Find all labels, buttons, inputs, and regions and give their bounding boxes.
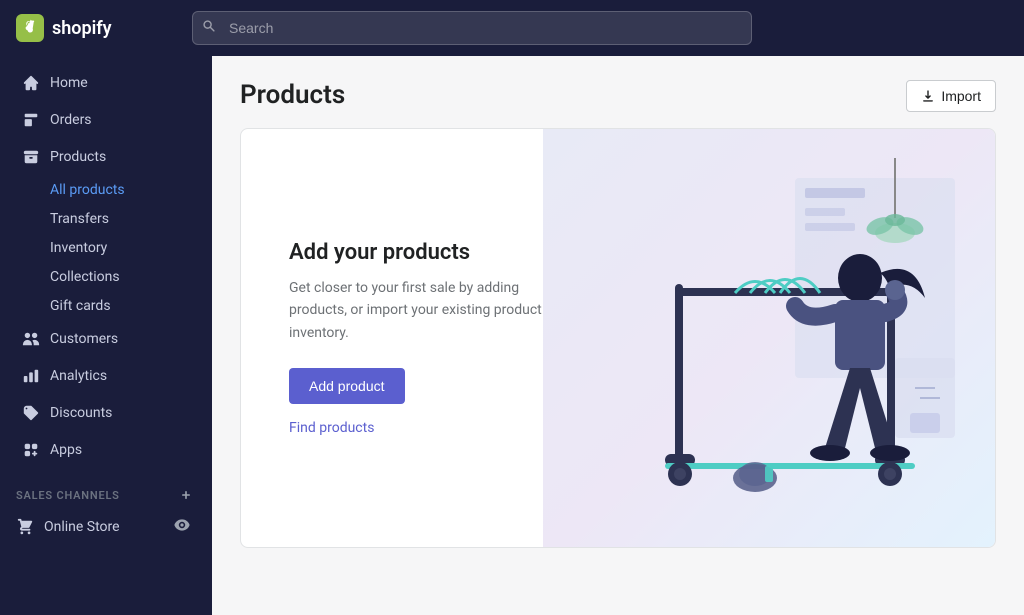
- products-icon: [22, 148, 40, 166]
- find-products-link[interactable]: Find products: [289, 420, 573, 436]
- shopify-logo-text: shopify: [52, 18, 112, 39]
- sidebar-item-home-label: Home: [50, 75, 88, 91]
- orders-icon: [22, 111, 40, 129]
- shopify-logo-icon: [16, 14, 44, 42]
- apps-icon: [22, 441, 40, 459]
- top-nav: shopify: [0, 0, 1024, 56]
- sidebar-item-apps[interactable]: Apps: [6, 432, 206, 468]
- sidebar-subitem-inventory[interactable]: Inventory: [6, 234, 206, 262]
- sidebar-item-home[interactable]: Home: [6, 65, 206, 101]
- online-store-left: Online Store: [16, 518, 120, 536]
- sidebar-item-analytics[interactable]: Analytics: [6, 358, 206, 394]
- sidebar-item-apps-label: Apps: [50, 442, 82, 458]
- sidebar-item-customers[interactable]: Customers: [6, 321, 206, 357]
- search-input[interactable]: [192, 11, 752, 45]
- customers-icon: [22, 330, 40, 348]
- illustration-svg: [595, 158, 975, 518]
- home-icon: [22, 74, 40, 92]
- empty-state-description: Get closer to your first sale by adding …: [289, 277, 573, 344]
- sales-channels-section: SALES CHANNELS: [0, 469, 212, 509]
- add-product-button[interactable]: Add product: [289, 368, 405, 404]
- page-header: Products Import: [240, 80, 996, 112]
- sidebar-subitem-transfers[interactable]: Transfers: [6, 205, 206, 233]
- add-sales-channel-button[interactable]: [176, 485, 196, 505]
- sidebar-item-online-store[interactable]: Online Store: [6, 510, 206, 544]
- sidebar-item-orders-label: Orders: [50, 112, 92, 128]
- sidebar: Home Orders Products All products Transf: [0, 56, 212, 615]
- import-button[interactable]: Import: [906, 80, 996, 112]
- sidebar-subitem-all-products[interactable]: All products: [6, 176, 206, 204]
- discounts-icon: [22, 404, 40, 422]
- sidebar-subitem-collections[interactable]: Collections: [6, 263, 206, 291]
- sidebar-subitem-gift-cards[interactable]: Gift cards: [6, 292, 206, 320]
- empty-state-content: Add your products Get closer to your fir…: [241, 192, 621, 484]
- page-title: Products: [240, 80, 345, 110]
- sidebar-item-products[interactable]: Products: [6, 139, 206, 175]
- import-button-label: Import: [941, 88, 981, 104]
- sidebar-item-discounts[interactable]: Discounts: [6, 395, 206, 431]
- online-store-label: Online Store: [44, 519, 120, 535]
- empty-state-card: Add your products Get closer to your fir…: [240, 128, 996, 548]
- main-content: Products Import Add your products Get cl…: [212, 56, 1024, 615]
- sidebar-item-products-label: Products: [50, 149, 106, 165]
- sidebar-item-customers-label: Customers: [50, 331, 118, 347]
- sidebar-item-analytics-label: Analytics: [50, 368, 107, 384]
- search-icon: [202, 19, 216, 37]
- search-bar[interactable]: [192, 11, 752, 45]
- app-body: Home Orders Products All products Transf: [0, 56, 1024, 615]
- sales-channels-label: SALES CHANNELS: [16, 489, 120, 502]
- sidebar-item-orders[interactable]: Orders: [6, 102, 206, 138]
- eye-icon[interactable]: [174, 517, 190, 537]
- shopify-logo: shopify: [16, 14, 176, 42]
- online-store-icon: [16, 518, 34, 536]
- sidebar-item-discounts-label: Discounts: [50, 405, 112, 421]
- empty-state-title: Add your products: [289, 240, 573, 265]
- analytics-icon: [22, 367, 40, 385]
